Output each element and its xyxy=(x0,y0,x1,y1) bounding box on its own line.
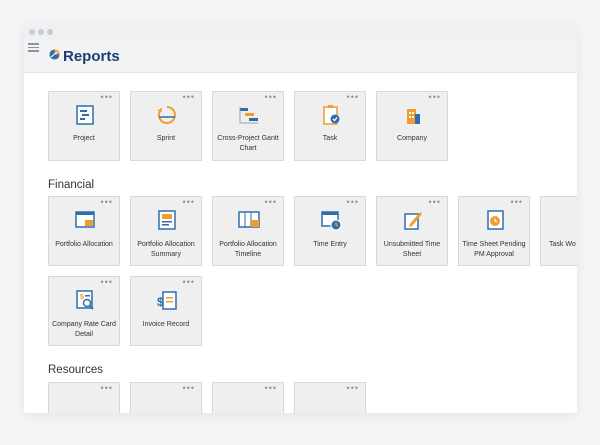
report-tile-company[interactable]: ••• Company xyxy=(376,91,448,161)
app-window: Reports ••• Project ••• Sprint ••• Cross… xyxy=(24,24,577,413)
sprint-cycle-icon xyxy=(157,106,176,124)
more-options-icon[interactable]: ••• xyxy=(183,278,195,287)
window-dot-icon[interactable] xyxy=(38,29,44,35)
report-tile-project[interactable]: ••• Project xyxy=(48,91,120,161)
tile-label: Time Entry xyxy=(313,241,347,248)
reports-logo-icon xyxy=(49,49,60,60)
more-options-icon[interactable]: ••• xyxy=(429,93,441,102)
company-building-icon xyxy=(407,109,420,124)
unsubmitted-timesheet-icon xyxy=(404,212,422,230)
more-options-icon[interactable]: ••• xyxy=(265,384,277,393)
tile-label: Company Rate Card Detail xyxy=(52,321,116,338)
menu-hamburger-icon[interactable] xyxy=(28,43,39,52)
more-options-icon[interactable]: ••• xyxy=(183,93,195,102)
rate-card-icon: $ xyxy=(76,290,94,310)
more-options-icon[interactable]: ••• xyxy=(101,278,113,287)
report-tile-resource[interactable]: ••• xyxy=(212,382,284,413)
report-tile-cross-project-gantt[interactable]: ••• Cross-Project Gantt Chart xyxy=(212,91,284,161)
pending-approval-icon xyxy=(487,210,504,230)
more-options-icon[interactable]: ••• xyxy=(511,198,523,207)
report-tile-sprint[interactable]: ••• Sprint xyxy=(130,91,202,161)
tile-label: Unsubmitted Time Sheet xyxy=(383,241,441,258)
more-options-icon[interactable]: ••• xyxy=(101,93,113,102)
section-title-resources: Resources xyxy=(48,364,103,376)
tile-label: Project xyxy=(73,135,95,142)
report-tile-portfolio-allocation[interactable]: ••• Portfolio Allocation xyxy=(48,196,120,266)
report-tile-portfolio-allocation-summary[interactable]: ••• Portfolio Allocation Summary xyxy=(130,196,202,266)
tile-label: Portfolio Allocation Summary xyxy=(137,241,195,258)
gantt-chart-icon xyxy=(239,107,258,124)
app-header: Reports xyxy=(24,40,577,73)
page-title-text: Reports xyxy=(63,48,120,65)
tile-label: Cross-Project Gantt Chart xyxy=(217,135,279,152)
more-options-icon[interactable]: ••• xyxy=(101,384,113,393)
window-dot-icon[interactable] xyxy=(29,29,35,35)
tile-label: Task xyxy=(322,135,338,142)
more-options-icon[interactable]: ••• xyxy=(347,384,359,393)
tile-label: Invoice Record xyxy=(142,321,190,328)
report-tile-task-workload[interactable]: Task Wo xyxy=(540,196,577,266)
more-options-icon[interactable]: ••• xyxy=(429,198,441,207)
more-options-icon[interactable]: ••• xyxy=(101,198,113,207)
tile-label: Portfolio Allocation Timeline xyxy=(219,241,277,258)
report-tile-resource[interactable]: ••• xyxy=(294,382,366,413)
report-tile-time-sheet-pending[interactable]: ••• Time Sheet Pending PM Approval xyxy=(458,196,530,266)
report-tile-resource[interactable]: ••• xyxy=(130,382,202,413)
svg-text:$: $ xyxy=(157,295,164,309)
window-dot-icon[interactable] xyxy=(47,29,53,35)
tile-label: Time Sheet Pending PM Approval xyxy=(462,241,526,258)
section-title-financial: Financial xyxy=(48,179,95,191)
task-clipboard-icon xyxy=(323,105,340,125)
more-options-icon[interactable]: ••• xyxy=(183,198,195,207)
invoice-record-icon: $ xyxy=(157,291,177,310)
tile-label: Portfolio Allocation xyxy=(55,241,113,248)
report-tile-resource[interactable]: ••• xyxy=(48,382,120,413)
allocation-timeline-icon xyxy=(238,211,260,228)
report-tile-time-entry[interactable]: ••• Time Entry xyxy=(294,196,366,266)
project-gantt-icon xyxy=(76,105,94,125)
report-tile-company-rate-card[interactable]: ••• $ Company Rate Card Detail xyxy=(48,276,120,346)
portfolio-allocation-icon xyxy=(75,211,95,228)
report-tile-invoice-record[interactable]: ••• $ Invoice Record xyxy=(130,276,202,346)
more-options-icon[interactable]: ••• xyxy=(183,384,195,393)
report-tile-unsubmitted-time-sheet[interactable]: ••• Unsubmitted Time Sheet xyxy=(376,196,448,266)
task-workload-icon xyxy=(565,208,577,232)
svg-text:$: $ xyxy=(80,294,84,301)
page-title: Reports xyxy=(49,48,120,65)
report-tile-portfolio-allocation-timeline[interactable]: ••• Portfolio Allocation Timeline xyxy=(212,196,284,266)
tile-label: Task Wo xyxy=(549,241,576,248)
window-titlebar xyxy=(24,24,577,40)
more-options-icon[interactable]: ••• xyxy=(347,93,359,102)
time-entry-icon xyxy=(321,211,342,231)
tile-label: Company xyxy=(397,135,427,142)
more-options-icon[interactable]: ••• xyxy=(265,93,277,102)
tile-label: Sprint xyxy=(156,135,176,142)
report-tile-task[interactable]: ••• Task xyxy=(294,91,366,161)
more-options-icon[interactable]: ••• xyxy=(347,198,359,207)
allocation-summary-icon xyxy=(158,210,176,230)
more-options-icon[interactable]: ••• xyxy=(265,198,277,207)
